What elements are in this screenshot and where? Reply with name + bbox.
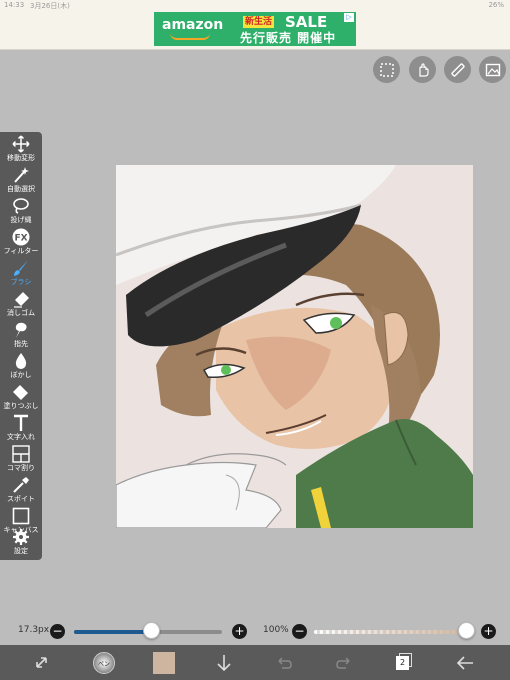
fx-icon: FX xyxy=(12,228,30,246)
ad-banner[interactable]: amazon 新生活 SALE 先行販売 開催中 ▷ xyxy=(154,12,356,46)
tool-label: 塗りつぶし xyxy=(3,402,39,410)
ad-smile-icon xyxy=(170,33,210,40)
plus-icon: + xyxy=(234,624,245,638)
rotate-arrows-icon xyxy=(36,657,47,668)
tool-label: フィルター xyxy=(3,247,39,255)
tool-fill[interactable]: 塗りつぶし xyxy=(0,383,42,413)
arrow-left-icon xyxy=(456,656,473,670)
canvas-icon xyxy=(12,507,30,525)
tool-label: スポイト xyxy=(7,495,35,503)
material-button[interactable] xyxy=(479,56,506,83)
eraser-icon xyxy=(14,292,29,308)
ad-bar: amazon 新生活 SALE 先行販売 開催中 ▷ xyxy=(0,10,510,50)
bottom-toolbar: ペン 2 xyxy=(0,645,510,680)
layers-count: 2 xyxy=(396,656,409,670)
panel-divide-icon xyxy=(12,445,30,463)
minus-icon: − xyxy=(52,624,63,638)
minus-icon: − xyxy=(294,624,305,638)
ad-badge: 新生活 xyxy=(243,16,275,28)
finger-smudge-icon xyxy=(15,322,27,338)
ruler-icon xyxy=(450,62,465,77)
tool-blur[interactable]: ぼかし xyxy=(0,352,42,382)
status-bar: 14:33 3月26日(木) 26% xyxy=(0,0,510,10)
brush-type-button[interactable]: ペン xyxy=(92,651,116,675)
tool-eraser[interactable]: 消しゴム xyxy=(0,290,42,320)
brush-size-thumb[interactable] xyxy=(142,622,160,639)
redo-icon xyxy=(336,657,350,669)
tool-text[interactable]: 文字入れ xyxy=(0,414,42,444)
fill-bucket-icon xyxy=(13,385,28,400)
arrow-down-icon xyxy=(217,655,231,672)
ad-choices-icon[interactable]: ▷ xyxy=(344,13,354,22)
opacity-track[interactable] xyxy=(314,630,472,634)
back-button[interactable] xyxy=(453,651,477,675)
brush-icon xyxy=(14,260,28,276)
selection-button[interactable] xyxy=(373,56,400,83)
fx-text: FX xyxy=(14,234,27,244)
hand-icon xyxy=(418,62,429,77)
opacity-value: 100% xyxy=(263,625,289,635)
lasso-icon xyxy=(13,198,29,214)
ad-subtitle: 先行販売 開催中 xyxy=(240,31,337,45)
brush-size-increase-button[interactable]: + xyxy=(232,624,247,639)
save-down-button[interactable] xyxy=(212,651,236,675)
brush-size-value: 17.3px xyxy=(18,625,50,635)
text-t-icon xyxy=(14,414,28,431)
gear-icon xyxy=(13,529,29,545)
status-battery: 26% xyxy=(488,1,504,9)
tool-smudge[interactable]: 指先 xyxy=(0,321,42,351)
tool-panel-divide[interactable]: コマ割り xyxy=(0,445,42,475)
drawing-canvas[interactable] xyxy=(116,165,473,528)
tool-lasso[interactable]: 投げ縄 xyxy=(0,197,42,227)
layers-button[interactable]: 2 xyxy=(392,651,416,675)
brush-preview-icon: ペン xyxy=(93,652,115,674)
tool-auto-select[interactable]: 自動選択 xyxy=(0,166,42,196)
undo-button[interactable] xyxy=(272,651,296,675)
tool-label: ぼかし xyxy=(10,371,32,379)
tool-label: 指先 xyxy=(14,340,28,348)
undo-icon xyxy=(278,657,292,669)
image-icon xyxy=(485,63,500,76)
opacity-decrease-button[interactable]: − xyxy=(292,624,307,639)
status-time: 14:33 xyxy=(4,1,25,9)
tool-label: 移動変形 xyxy=(7,154,35,162)
tool-label: ブラシ xyxy=(10,278,32,286)
brush-size-decrease-button[interactable]: − xyxy=(50,624,65,639)
tool-brush[interactable]: ブラシ xyxy=(0,259,42,289)
ruler-button[interactable] xyxy=(444,56,471,83)
brush-type-label: ペン xyxy=(97,660,110,668)
tool-label: 投げ縄 xyxy=(10,216,32,224)
color-swatch xyxy=(153,652,175,674)
ad-brand: amazon xyxy=(162,17,224,33)
artwork-image xyxy=(116,165,473,528)
opacity-thumb[interactable] xyxy=(458,622,475,639)
hand-tool-button[interactable] xyxy=(409,56,436,83)
tool-move-transform[interactable]: 移動変形 xyxy=(0,135,42,165)
opacity-increase-button[interactable]: + xyxy=(481,624,496,639)
blur-drop-icon xyxy=(15,353,27,369)
tool-settings[interactable]: 設定 xyxy=(0,528,42,558)
selection-icon xyxy=(379,62,394,77)
eyedropper-icon xyxy=(13,477,29,493)
opacity-gradient xyxy=(314,630,472,634)
tool-filter[interactable]: FX フィルター xyxy=(0,228,42,258)
plus-icon: + xyxy=(483,624,494,638)
layers-icon: 2 xyxy=(396,653,412,671)
tool-label: 文字入れ xyxy=(7,433,35,441)
color-button[interactable] xyxy=(152,651,176,675)
magic-wand-icon xyxy=(14,167,29,183)
tool-eyedropper[interactable]: スポイト xyxy=(0,476,42,506)
tool-label: 自動選択 xyxy=(7,185,35,193)
move-arrows-icon xyxy=(12,135,30,153)
tool-label: 消しゴム xyxy=(7,309,35,317)
redo-button[interactable] xyxy=(332,651,356,675)
tool-palette: 移動変形 自動選択 投げ縄 FX フィルター ブラシ 消しゴム 指先 ぼかし 塗… xyxy=(0,132,42,560)
brush-size-fill xyxy=(74,630,151,634)
tool-label: コマ割り xyxy=(7,464,35,472)
tool-label: 設定 xyxy=(14,547,28,555)
transform-menu-button[interactable] xyxy=(30,651,54,675)
